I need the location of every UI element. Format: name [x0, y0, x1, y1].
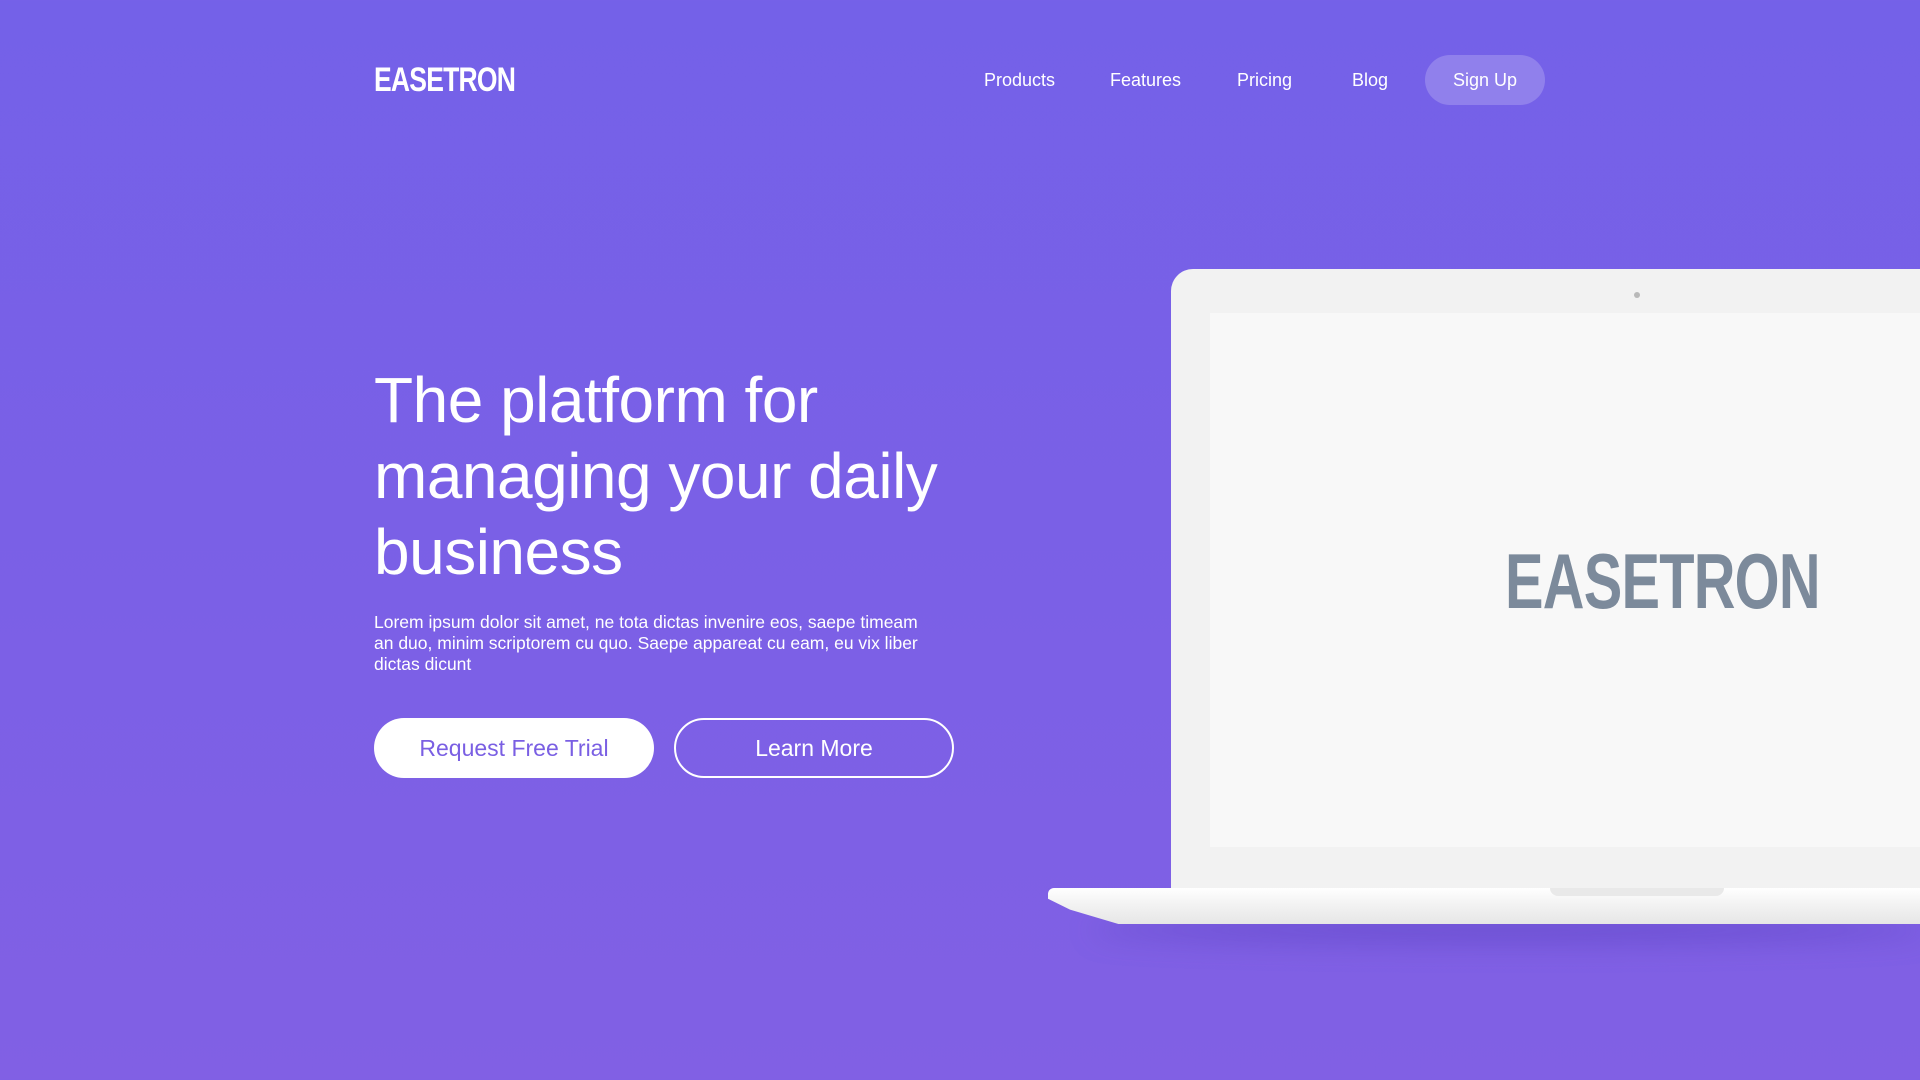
nav-link-features[interactable]: Features — [1110, 55, 1181, 105]
nav-link-blog[interactable]: Blog — [1352, 55, 1388, 105]
laptop-screen-logo: EASETRON — [1505, 537, 1821, 625]
hero-title: The platform for managing your daily bus… — [374, 364, 938, 588]
nav-link-products[interactable]: Products — [984, 55, 1055, 105]
sign-up-button[interactable]: Sign Up — [1425, 55, 1545, 105]
laptop-base — [1048, 888, 1920, 924]
laptop-camera-icon — [1634, 292, 1640, 298]
request-free-trial-button[interactable]: Request Free Trial — [374, 718, 654, 778]
brand-logo[interactable]: EASETRON — [374, 60, 516, 100]
nav-link-pricing[interactable]: Pricing — [1237, 55, 1292, 105]
laptop-notch — [1550, 888, 1724, 896]
site-header: EASETRON Products Features Pricing Blog … — [0, 0, 1920, 160]
hero-description: Lorem ipsum dolor sit amet, ne tota dict… — [374, 612, 918, 674]
learn-more-button[interactable]: Learn More — [674, 718, 954, 778]
